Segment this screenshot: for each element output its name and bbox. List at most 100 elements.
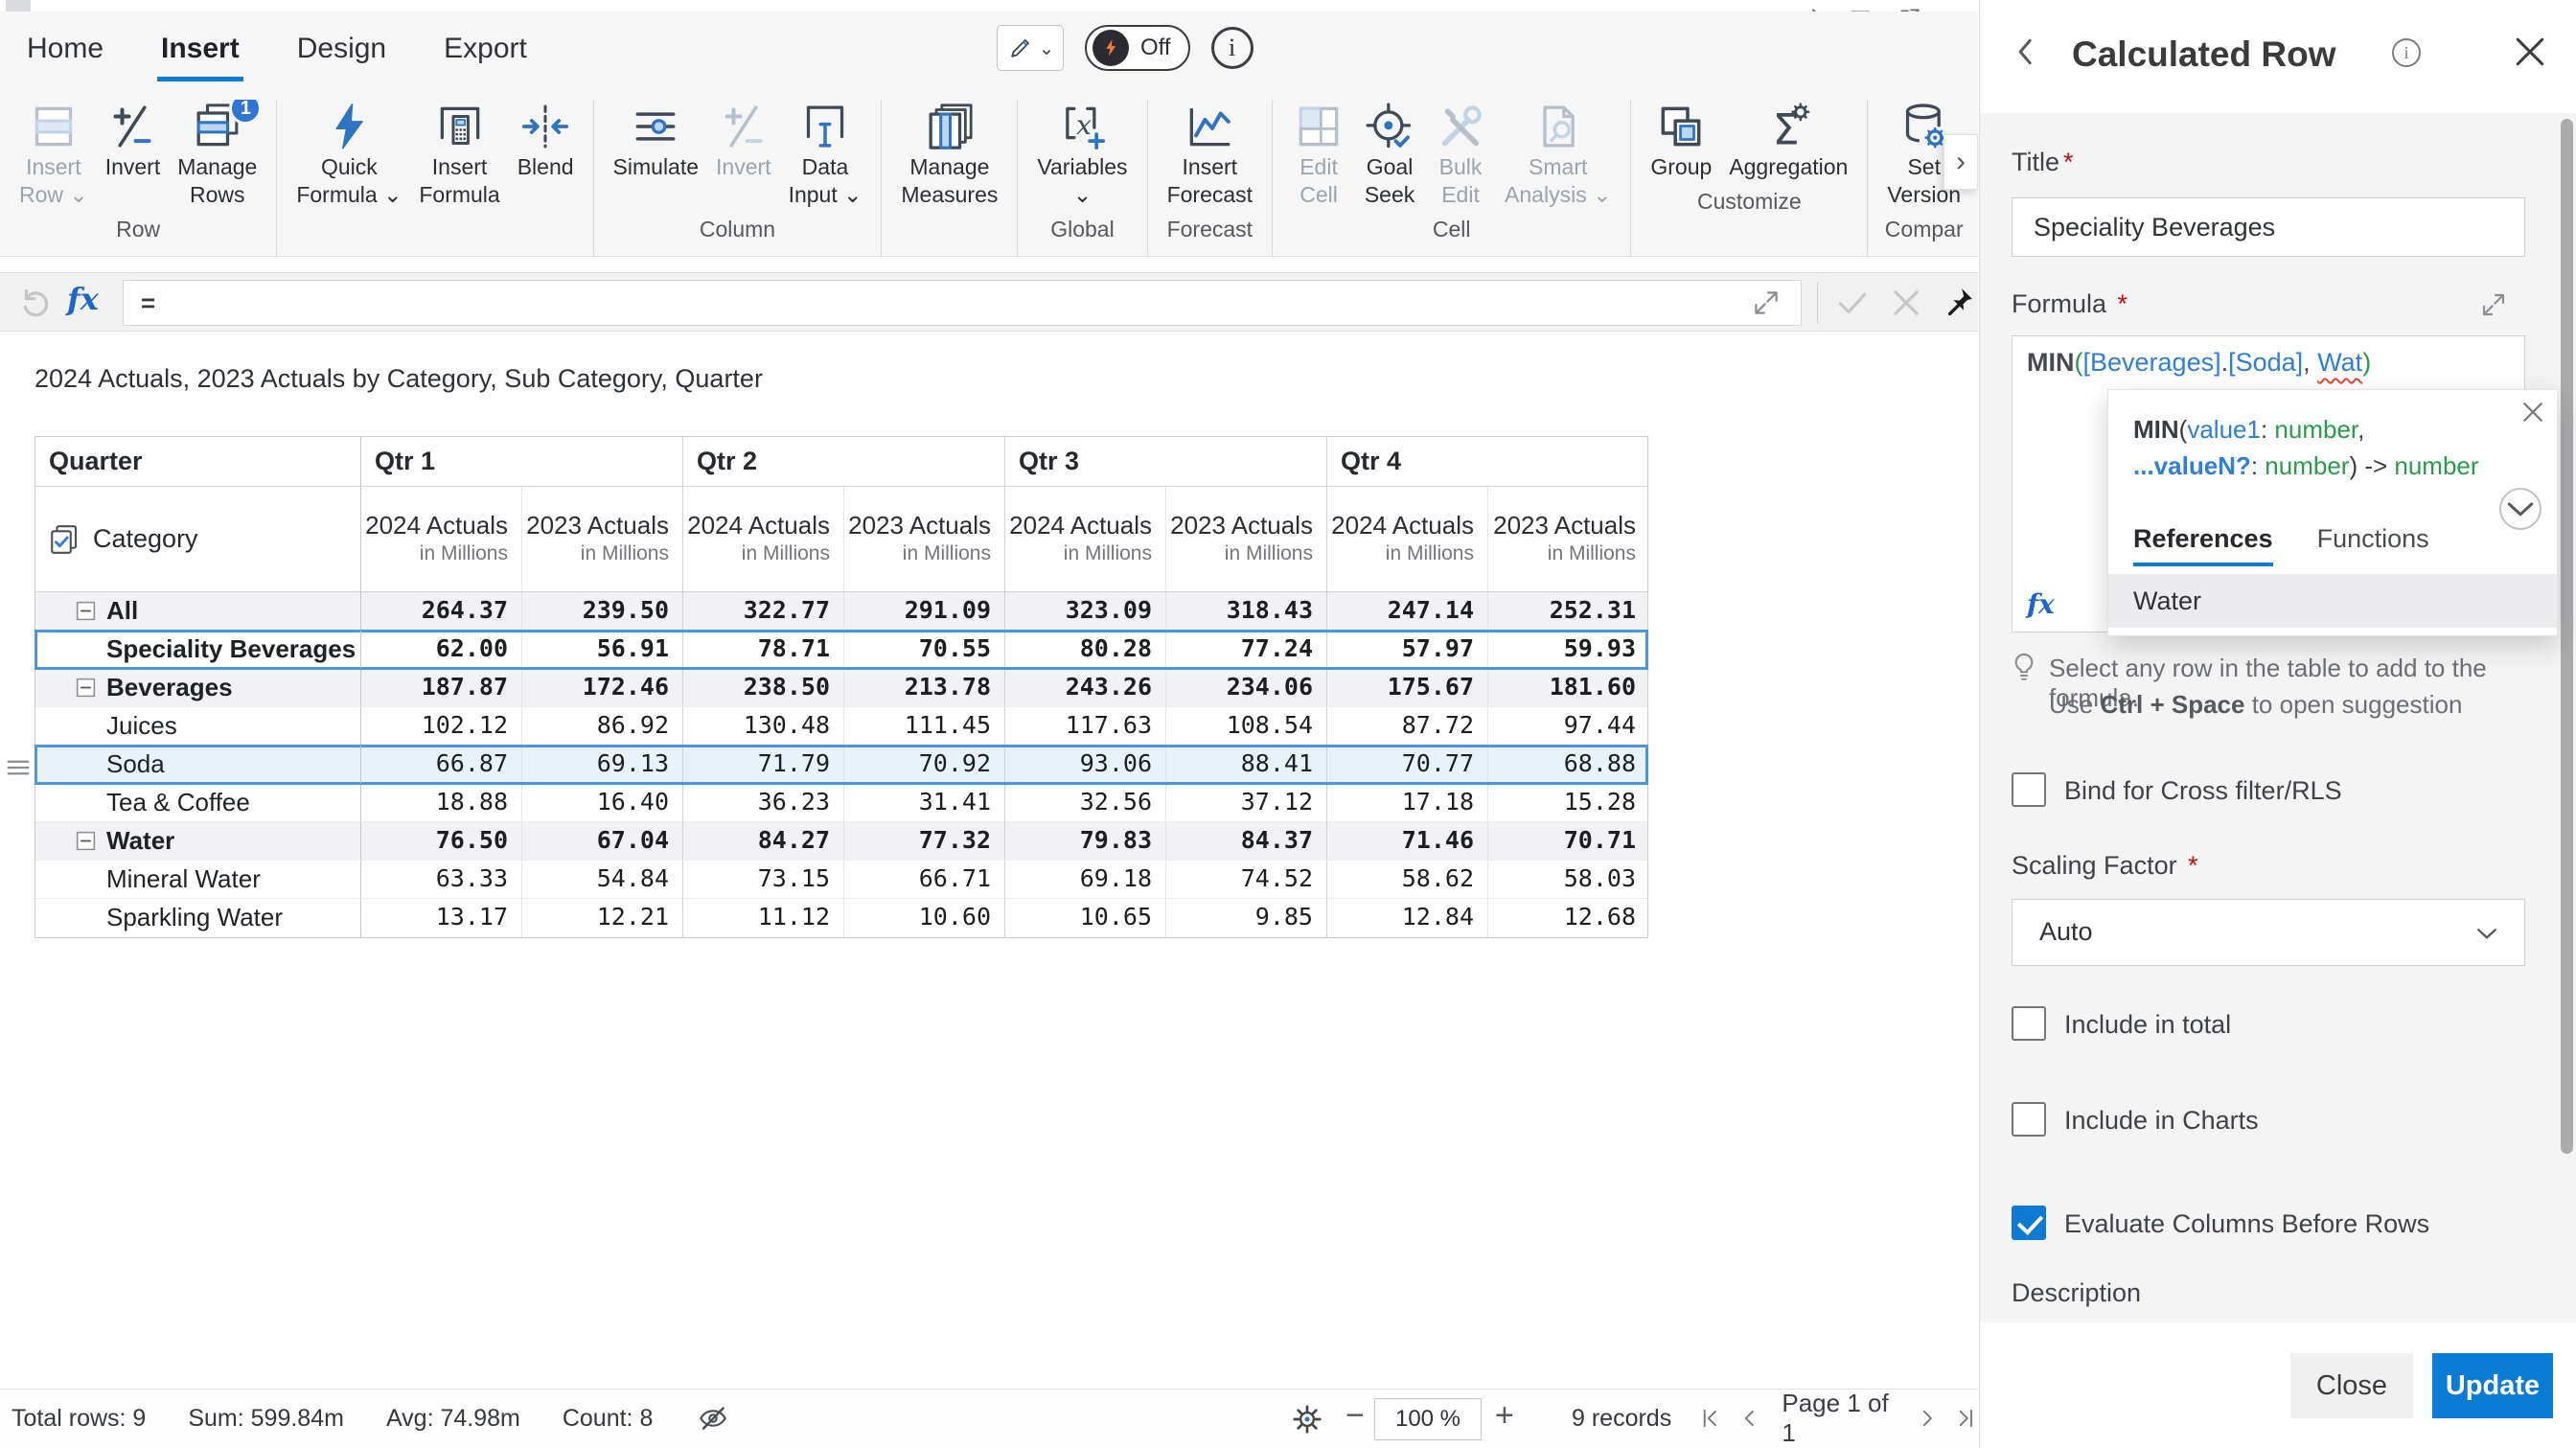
- cell-value[interactable]: 252.31: [1488, 592, 1649, 630]
- cell-value[interactable]: 93.06: [1005, 746, 1166, 783]
- measure-header[interactable]: 2024 Actuals in Millions: [683, 487, 844, 591]
- formula-input[interactable]: [123, 280, 1802, 326]
- zoom-out-button[interactable]: −: [1346, 1397, 1365, 1435]
- close-icon[interactable]: [2509, 31, 2551, 73]
- cell-value[interactable]: 31.41: [844, 784, 1005, 821]
- pivot-row-all[interactable]: All 264.37 239.50 322.77 291.09 323.09 318.43 2…: [35, 592, 1647, 631]
- cell-value[interactable]: 172.46: [522, 669, 683, 706]
- cell-value[interactable]: 84.37: [1166, 822, 1327, 860]
- cell-value[interactable]: 16.40: [522, 784, 683, 821]
- cell-value[interactable]: 97.44: [1488, 707, 1649, 745]
- cell-value[interactable]: 66.71: [844, 861, 1005, 898]
- evaluate-columns-checkbox[interactable]: [2012, 1206, 2046, 1240]
- cell-value[interactable]: 111.45: [844, 707, 1005, 745]
- cell-value[interactable]: 12.84: [1327, 899, 1488, 937]
- cell-value[interactable]: 264.37: [361, 592, 522, 630]
- pivot-row-speciality-beverages[interactable]: Speciality Beverages 62.00 56.91 78.71 70.55…: [34, 630, 1649, 670]
- measure-header[interactable]: 2023 Actuals in Millions: [1488, 487, 1649, 591]
- title-field-input[interactable]: [2012, 197, 2525, 257]
- cell-value[interactable]: 12.21: [522, 899, 683, 937]
- include-in-total-checkbox[interactable]: [2012, 1006, 2046, 1041]
- row-label[interactable]: All: [35, 592, 361, 630]
- measure-header[interactable]: 2023 Actuals in Millions: [522, 487, 683, 591]
- chevron-left-icon[interactable]: [2007, 25, 2045, 79]
- ribbon-button-insert-forecast[interactable]: Insert Forecast: [1161, 100, 1259, 209]
- cell-value[interactable]: 239.50: [522, 592, 683, 630]
- cell-value[interactable]: 77.32: [844, 822, 1005, 860]
- cell-value[interactable]: 291.09: [844, 592, 1005, 630]
- cell-value[interactable]: 238.50: [683, 669, 844, 706]
- update-button[interactable]: Update: [2432, 1353, 2553, 1418]
- row-label[interactable]: Soda: [35, 746, 361, 783]
- pivot-row-mineral-water[interactable]: Mineral Water 63.33 54.84 73.15 66.71 69.18 74…: [35, 861, 1647, 899]
- cell-value[interactable]: 18.88: [361, 784, 522, 821]
- pivot-row-tea-coffee[interactable]: Tea & Coffee 18.88 16.40 36.23 31.41 32.56 37.…: [35, 784, 1647, 822]
- ribbon-button-manage-measures[interactable]: Manage Measures: [894, 100, 1004, 209]
- page-last-icon[interactable]: [1954, 1405, 1978, 1432]
- cell-value[interactable]: 175.67: [1327, 669, 1488, 706]
- suggestion-tab-references[interactable]: References: [2133, 524, 2273, 566]
- close-button[interactable]: Close: [2290, 1353, 2413, 1418]
- zoom-level-input[interactable]: [1374, 1398, 1482, 1440]
- cell-value[interactable]: 58.03: [1488, 861, 1649, 898]
- panel-scrollbar[interactable]: [2561, 119, 2573, 1154]
- cell-value[interactable]: 243.26: [1005, 669, 1166, 706]
- cell-value[interactable]: 68.88: [1488, 746, 1649, 783]
- pivot-row-juices[interactable]: Juices 102.12 86.92 130.48 111.45 117.63 108.5…: [35, 707, 1647, 746]
- quick-edit-button[interactable]: ⌄: [997, 25, 1064, 71]
- expand-icon[interactable]: [1750, 287, 1782, 319]
- ribbon-button-group[interactable]: Group: [1644, 100, 1718, 181]
- pivot-row-beverages[interactable]: Beverages 187.87 172.46 238.50 213.78 243.26 2…: [35, 669, 1647, 707]
- tab-home[interactable]: Home: [23, 27, 107, 81]
- cell-value[interactable]: 59.93: [1488, 631, 1649, 668]
- cell-value[interactable]: 70.92: [844, 746, 1005, 783]
- cell-value[interactable]: 36.23: [683, 784, 844, 821]
- cell-value[interactable]: 54.84: [522, 861, 683, 898]
- cell-value[interactable]: 71.46: [1327, 822, 1488, 860]
- zoom-in-button[interactable]: +: [1495, 1397, 1514, 1435]
- close-icon[interactable]: [2518, 398, 2547, 426]
- cell-value[interactable]: 247.14: [1327, 592, 1488, 630]
- undo-icon[interactable]: [17, 285, 54, 321]
- cell-value[interactable]: 70.71: [1488, 822, 1649, 860]
- cell-value[interactable]: 213.78: [844, 669, 1005, 706]
- ribbon-button-simulate[interactable]: Simulate: [607, 100, 705, 181]
- cell-value[interactable]: 86.92: [522, 707, 683, 745]
- cell-value[interactable]: 37.12: [1166, 784, 1327, 821]
- cell-value[interactable]: 130.48: [683, 707, 844, 745]
- row-label[interactable]: Sparkling Water: [35, 899, 361, 937]
- include-in-charts-checkbox[interactable]: [2012, 1102, 2046, 1137]
- cell-value[interactable]: 56.91: [522, 631, 683, 668]
- pivot-row-dimension[interactable]: Category: [35, 487, 361, 591]
- ribbon-button-variables[interactable]: x Variables ⌄: [1030, 100, 1134, 209]
- row-drag-handle-icon[interactable]: [4, 753, 33, 782]
- ribbon-button-blend[interactable]: Blend: [511, 100, 581, 181]
- measure-header[interactable]: 2024 Actuals in Millions: [361, 487, 522, 591]
- row-label[interactable]: Tea & Coffee: [35, 784, 361, 821]
- row-label[interactable]: Juices: [35, 707, 361, 745]
- cell-value[interactable]: 88.41: [1166, 746, 1327, 783]
- expand-icon[interactable]: [2478, 289, 2509, 320]
- quarter-header-qtr-2[interactable]: Qtr 2: [683, 437, 1005, 486]
- measure-header[interactable]: 2023 Actuals in Millions: [844, 487, 1005, 591]
- ribbon-overflow-button[interactable]: ›: [1944, 134, 1978, 190]
- measure-header[interactable]: 2023 Actuals in Millions: [1166, 487, 1327, 591]
- cell-value[interactable]: 10.60: [844, 899, 1005, 937]
- gear-icon[interactable]: [1290, 1402, 1324, 1437]
- collapse-expander-icon[interactable]: [74, 599, 98, 623]
- cell-value[interactable]: 17.18: [1327, 784, 1488, 821]
- pin-icon[interactable]: [1940, 285, 1976, 321]
- cell-value[interactable]: 69.13: [522, 746, 683, 783]
- cell-value[interactable]: 234.06: [1166, 669, 1327, 706]
- cell-value[interactable]: 57.97: [1327, 631, 1488, 668]
- cell-value[interactable]: 70.55: [844, 631, 1005, 668]
- cell-value[interactable]: 9.85: [1166, 899, 1327, 937]
- cell-value[interactable]: 181.60: [1488, 669, 1649, 706]
- cell-value[interactable]: 63.33: [361, 861, 522, 898]
- cell-value[interactable]: 87.72: [1327, 707, 1488, 745]
- chevron-down-circle-icon[interactable]: [2499, 488, 2542, 530]
- cell-value[interactable]: 84.27: [683, 822, 844, 860]
- cell-value[interactable]: 102.12: [361, 707, 522, 745]
- cell-value[interactable]: 78.71: [683, 631, 844, 668]
- cell-value[interactable]: 73.15: [683, 861, 844, 898]
